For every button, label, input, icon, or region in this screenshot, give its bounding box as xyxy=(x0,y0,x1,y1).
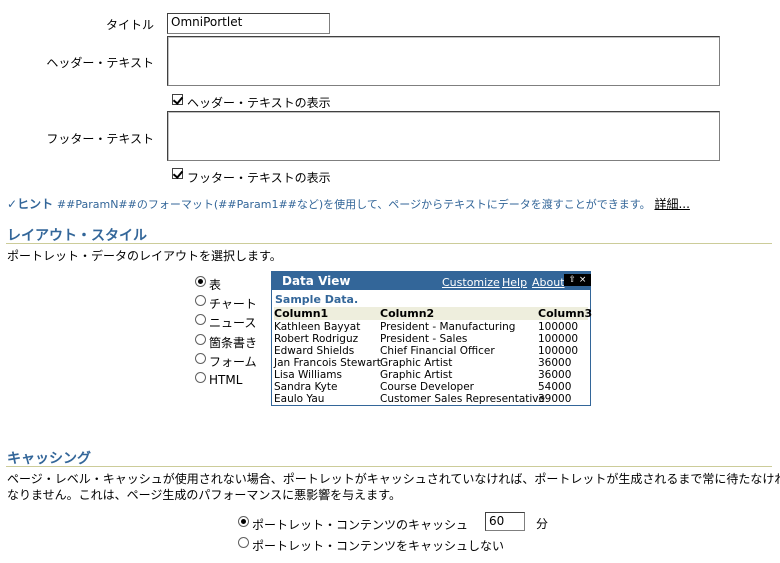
preview-cell: Sandra Kyte xyxy=(274,381,338,393)
preview-cell: Jan Francois Stewart xyxy=(274,357,381,369)
hint-more-link[interactable]: 詳細... xyxy=(654,197,689,211)
caching-description-line1: ページ・レベル・キャッシュが使用されない場合、ポートレットがキャッシュされていな… xyxy=(7,472,780,486)
title-input[interactable]: OmniPortlet xyxy=(167,13,330,34)
preview-about-link[interactable]: About xyxy=(532,276,565,289)
preview-cell: Robert Rodriguz xyxy=(274,333,359,345)
layout-radio-chart[interactable] xyxy=(195,295,206,306)
layout-description: ポートレット・データのレイアウトを選択します。 xyxy=(7,249,282,263)
preview-collapse-close-icon[interactable]: ⇧ × xyxy=(564,274,591,286)
layout-option-bullets: 箇条書き xyxy=(209,336,258,350)
cache-minutes-value: 60 xyxy=(489,514,505,528)
preview-cell: Lisa Williams xyxy=(274,369,342,381)
preview-cell: Edward Shields xyxy=(274,345,355,357)
header-text-textarea[interactable] xyxy=(167,36,720,86)
title-label: タイトル xyxy=(105,18,154,32)
layout-radio-form[interactable] xyxy=(195,353,206,364)
cache-minutes-unit: 分 xyxy=(536,517,549,531)
layout-radio-bullets[interactable] xyxy=(195,334,206,345)
preview-cell: Customer Sales Representative xyxy=(380,393,545,405)
preview-col1-header: Column1 xyxy=(274,307,329,320)
footer-text-label: フッター・テキスト xyxy=(46,132,154,146)
show-footer-label: フッター・テキストの表示 xyxy=(187,171,331,185)
hint-text: ##ParamN##のフォーマット(##Param1##など)を使用して、ページ… xyxy=(56,198,651,211)
preview-cell: 54000 xyxy=(538,381,572,393)
preview-cell: Kathleen Bayyat xyxy=(274,321,361,333)
no-cache-label: ポートレット・コンテンツをキャッシュしない xyxy=(252,539,505,553)
preview-customize-link[interactable]: Customize xyxy=(442,276,500,289)
layout-option-news: ニュース xyxy=(209,316,257,330)
preview-cell: Graphic Artist xyxy=(380,357,453,369)
caching-section-title: キャッシング xyxy=(7,451,91,467)
title-input-value: OmniPortlet xyxy=(171,15,243,29)
preview-sample-title: Sample Data. xyxy=(275,293,359,306)
caching-description-line2: なりません。これは、ページ生成のパフォーマンスに悪影響を与えます。 xyxy=(7,488,401,502)
preview-help-link[interactable]: Help xyxy=(502,276,527,289)
preview-header: Data View Customize Help About ⇧ × xyxy=(272,272,591,290)
layout-section-divider xyxy=(6,243,772,244)
show-header-checkbox[interactable] xyxy=(172,94,183,105)
show-header-label: ヘッダー・テキストの表示 xyxy=(187,96,331,110)
preview-cell: 100000 xyxy=(538,333,579,345)
header-text-label: ヘッダー・テキスト xyxy=(46,56,154,70)
preview-cell: 36000 xyxy=(538,357,572,369)
cache-content-radio[interactable] xyxy=(238,516,249,527)
layout-option-table: 表 xyxy=(209,278,222,292)
preview-col3-header: Column3 xyxy=(538,307,593,320)
preview-cell: Graphic Artist xyxy=(380,369,453,381)
no-cache-radio[interactable] xyxy=(238,537,249,548)
layout-option-html: HTML xyxy=(209,373,243,387)
layout-preview: Data View Customize Help About ⇧ × Sampl… xyxy=(271,271,593,406)
preview-cell: 100000 xyxy=(538,321,579,333)
hint-row: ✓ヒント ##ParamN##のフォーマット(##Param1##など)を使用し… xyxy=(7,195,690,212)
hint-prefix: ヒント xyxy=(17,197,54,211)
caching-section-divider xyxy=(6,466,772,467)
hint-check-icon: ✓ xyxy=(7,197,18,211)
layout-option-chart: チャート xyxy=(209,297,257,311)
preview-cell: Chief Financial Officer xyxy=(380,345,495,357)
layout-radio-table[interactable] xyxy=(195,276,206,287)
preview-col2-header: Column2 xyxy=(380,307,435,320)
preview-cell: 39000 xyxy=(538,393,572,405)
preview-title: Data View xyxy=(282,274,351,288)
layout-radio-news[interactable] xyxy=(195,314,206,325)
show-footer-checkbox[interactable] xyxy=(172,168,183,179)
preview-cell: 36000 xyxy=(538,369,572,381)
preview-cell: Course Developer xyxy=(380,381,474,393)
preview-cell: Eaulo Yau xyxy=(274,393,325,405)
layout-radio-html[interactable] xyxy=(195,372,206,383)
preview-cell: 100000 xyxy=(538,345,579,357)
footer-text-textarea[interactable] xyxy=(167,111,720,161)
cache-minutes-input[interactable]: 60 xyxy=(485,512,525,531)
preview-cell: President - Sales xyxy=(380,333,468,345)
layout-section-title: レイアウト・スタイル xyxy=(7,228,147,244)
preview-cell: President - Manufacturing xyxy=(380,321,516,333)
layout-option-form: フォーム xyxy=(209,355,257,369)
cache-content-label: ポートレット・コンテンツのキャッシュ xyxy=(252,518,469,532)
